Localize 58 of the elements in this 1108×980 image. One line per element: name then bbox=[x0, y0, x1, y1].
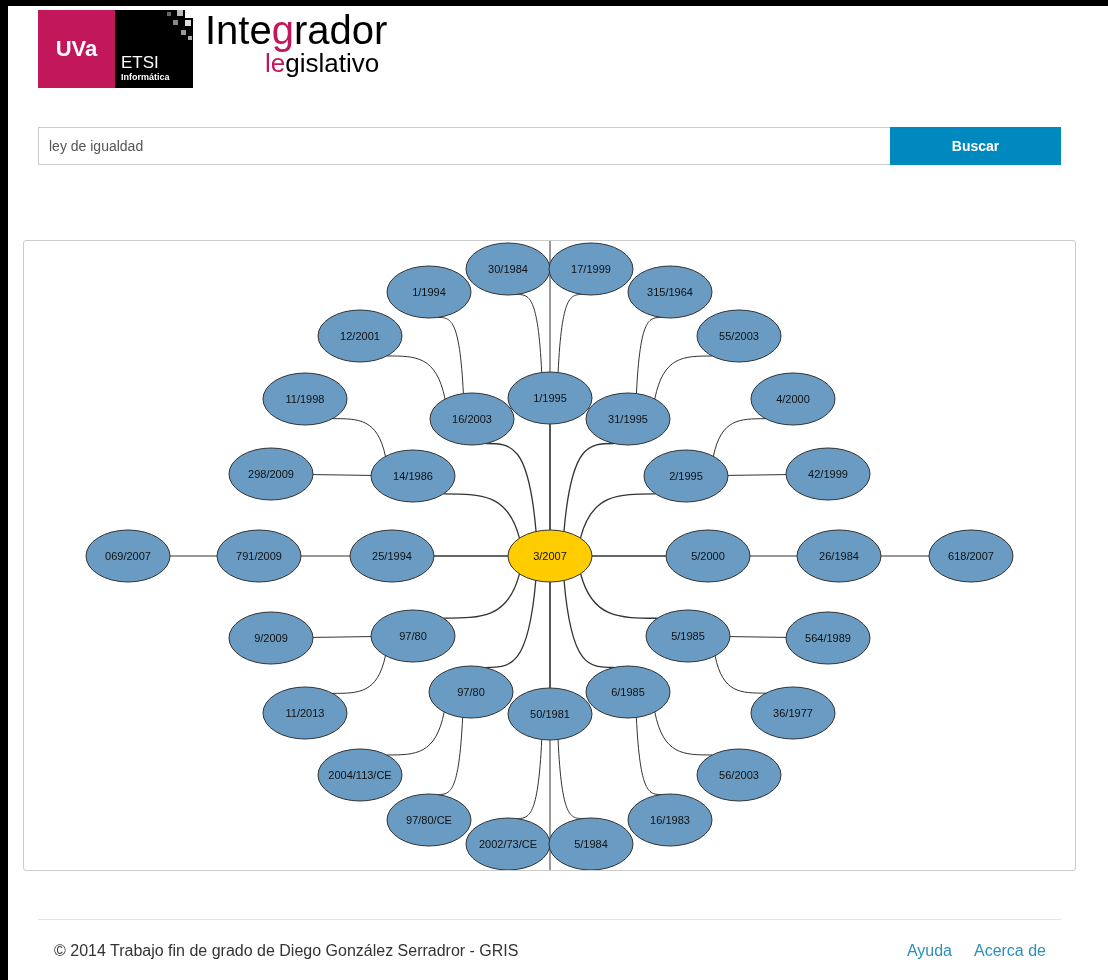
graph-node[interactable]: 11/2013 bbox=[262, 686, 348, 740]
connector-line bbox=[749, 555, 798, 557]
graph-node[interactable]: 5/1984 bbox=[548, 817, 634, 870]
connector-line bbox=[312, 636, 372, 638]
graph-node[interactable]: 30/1984 bbox=[465, 242, 551, 296]
graph-node[interactable]: 618/2007 bbox=[928, 529, 1014, 583]
graph-node[interactable]: 97/80/CE bbox=[386, 793, 472, 847]
graph-node[interactable]: 3/2007 bbox=[507, 529, 593, 583]
graph-node[interactable]: 2/1995 bbox=[643, 449, 729, 503]
graph-node[interactable]: 14/1986 bbox=[370, 449, 456, 503]
connector-line bbox=[169, 555, 218, 557]
connector-line bbox=[729, 636, 787, 638]
graph-node[interactable]: 2004/113/CE bbox=[317, 748, 403, 802]
connector-line bbox=[312, 474, 372, 476]
connector-line bbox=[332, 418, 386, 457]
graph-node[interactable]: 4/2000 bbox=[750, 372, 836, 426]
graph-node[interactable]: 36/1977 bbox=[750, 686, 836, 740]
graph-node[interactable]: 1/1995 bbox=[507, 371, 593, 425]
graph-node[interactable]: 5/1985 bbox=[645, 609, 731, 663]
graph-node[interactable]: 56/2003 bbox=[696, 748, 782, 802]
graph-node[interactable]: 26/1984 bbox=[796, 529, 882, 583]
connector-line bbox=[332, 655, 386, 694]
graph-node[interactable]: 16/1983 bbox=[627, 793, 713, 847]
graph-node[interactable]: 6/1985 bbox=[585, 665, 671, 719]
copyright-text: © 2014 Trabajo fin de grado de Diego González Serradror - GRIS bbox=[54, 942, 519, 960]
graph-node[interactable]: 42/1999 bbox=[785, 447, 871, 501]
graph-node[interactable]: 50/1981 bbox=[507, 687, 593, 741]
graph-node[interactable]: 12/2001 bbox=[317, 309, 403, 363]
graph-node[interactable]: 31/1995 bbox=[585, 392, 671, 446]
search-field[interactable]: ley de igualdad bbox=[38, 127, 890, 165]
graph-node[interactable]: 564/1989 bbox=[785, 611, 871, 665]
graph-node[interactable]: 791/2009 bbox=[216, 529, 302, 583]
graph-node[interactable]: 5/2000 bbox=[665, 529, 751, 583]
footer-link[interactable]: Ayuda bbox=[906, 942, 952, 960]
graph-node[interactable]: 25/1994 bbox=[349, 529, 435, 583]
connector-line bbox=[712, 418, 767, 457]
graph-node[interactable]: 298/2009 bbox=[228, 447, 314, 501]
graph-node[interactable]: 55/2003 bbox=[696, 309, 782, 363]
graph-node[interactable]: 315/1964 bbox=[627, 265, 713, 319]
footer-link[interactable]: Acerca de bbox=[973, 942, 1046, 960]
graph-node[interactable]: 069/2007 bbox=[85, 529, 171, 583]
school-name: ETSI bbox=[121, 54, 160, 72]
graph-node[interactable]: 97/80 bbox=[370, 609, 456, 663]
connector-line bbox=[714, 655, 767, 694]
university-logo: UVa bbox=[38, 10, 115, 88]
connector-line bbox=[727, 474, 787, 476]
graph-node[interactable]: 97/80 bbox=[428, 665, 514, 719]
graph-node[interactable]: 1/1994 bbox=[386, 265, 472, 319]
faculty-name: Informática bbox=[121, 72, 171, 82]
graph-node[interactable]: 2002/73/CE bbox=[465, 817, 551, 870]
search-button[interactable]: Buscar bbox=[890, 127, 1061, 165]
graph-node[interactable]: 17/1999 bbox=[548, 242, 634, 296]
app-title: Integrador bbox=[205, 10, 388, 50]
connector-line bbox=[880, 555, 930, 557]
graph-node[interactable]: 16/2003 bbox=[429, 392, 515, 446]
graph-node[interactable]: 9/2009 bbox=[228, 611, 314, 665]
graph-node[interactable]: 11/1998 bbox=[262, 372, 348, 426]
connector-line bbox=[300, 555, 351, 557]
